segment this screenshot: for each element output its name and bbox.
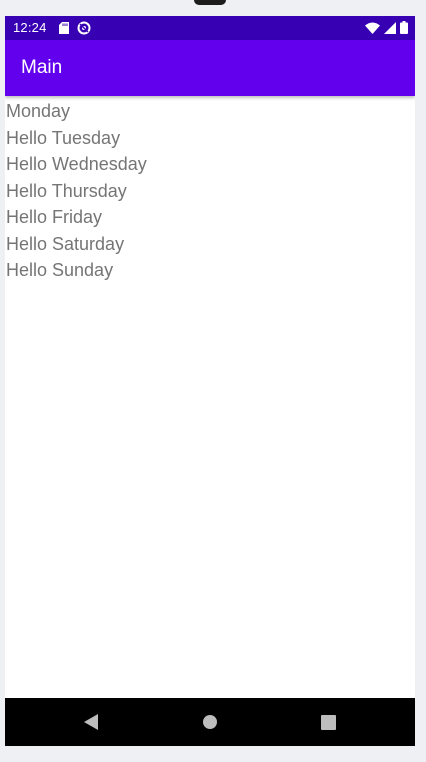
home-button[interactable]	[198, 710, 222, 734]
status-left-icons	[59, 21, 91, 35]
status-right-icons	[365, 21, 408, 34]
list-item[interactable]: Monday	[5, 98, 415, 125]
list-item[interactable]: Hello Tuesday	[5, 125, 415, 152]
sd-card-icon	[59, 22, 69, 34]
phone-screen: 12:24 Main Monday Hello Tuesday Hello We…	[5, 16, 415, 746]
camera-notch	[194, 0, 226, 5]
list-item[interactable]: Hello Saturday	[5, 231, 415, 258]
sync-icon	[77, 21, 91, 35]
list-item[interactable]: Hello Thursday	[5, 178, 415, 205]
app-bar: Main	[5, 40, 415, 96]
navigation-bar	[5, 698, 415, 746]
battery-icon	[400, 21, 408, 34]
home-icon	[203, 715, 217, 729]
back-button[interactable]	[79, 710, 103, 734]
back-icon	[84, 714, 98, 730]
list-item[interactable]: Hello Wednesday	[5, 151, 415, 178]
recents-icon	[320, 714, 336, 730]
list-item[interactable]: Hello Sunday	[5, 257, 415, 284]
cell-signal-icon	[384, 21, 396, 34]
status-time: 12:24	[13, 20, 47, 35]
status-bar: 12:24	[5, 16, 415, 40]
recents-button[interactable]	[316, 710, 340, 734]
day-list: Monday Hello Tuesday Hello Wednesday Hel…	[5, 98, 415, 284]
app-title: Main	[21, 57, 63, 78]
wifi-icon	[365, 22, 380, 34]
list-item[interactable]: Hello Friday	[5, 204, 415, 231]
